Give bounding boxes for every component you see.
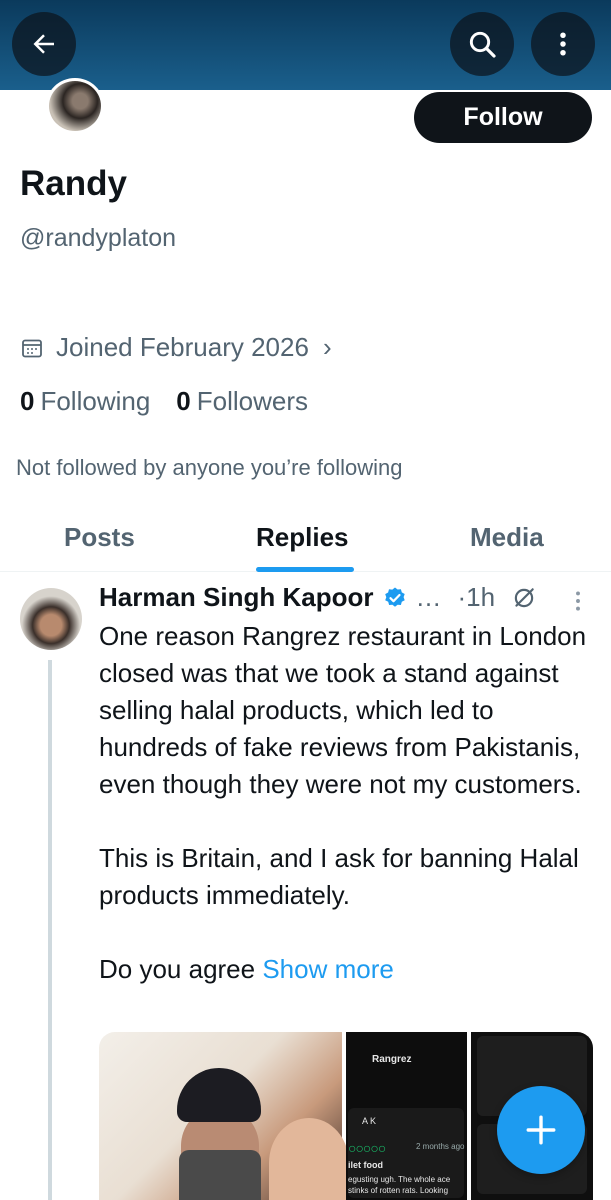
calendar-icon — [22, 339, 42, 357]
not-followed-notice: Not followed by anyone you’re following — [16, 455, 403, 480]
media-review-body: egusting ugh. The whole ace stinks of ro… — [348, 1175, 451, 1195]
compose-button[interactable] — [497, 1086, 585, 1174]
profile-tabs: Posts Replies Media — [0, 510, 611, 572]
profile-avatar[interactable] — [46, 78, 104, 134]
joined-date: Joined February 2026 — [56, 332, 309, 362]
grok-icon[interactable] — [511, 585, 537, 611]
media-review-age: 2 months ago — [416, 1142, 465, 1151]
followers-link[interactable]: 0 Followers — [176, 386, 308, 417]
tab-posts[interactable]: Posts — [64, 522, 135, 553]
following-label: Following — [40, 386, 151, 416]
post-author-name[interactable]: Harman Singh Kapoor — [99, 582, 373, 613]
post-header: Harman Singh Kapoor … ·1h — [99, 582, 537, 613]
more-options-button[interactable] — [531, 12, 595, 76]
tab-media[interactable]: Media — [470, 522, 544, 553]
media-reviewer: A K — [362, 1116, 377, 1126]
active-tab-indicator — [256, 567, 354, 572]
media-photo-1[interactable] — [99, 1032, 349, 1200]
followers-label: Followers — [196, 386, 309, 416]
follow-button[interactable]: Follow — [414, 92, 592, 143]
following-link[interactable]: 0 Following — [20, 386, 150, 417]
joined-date-row[interactable]: Joined February 2026 › — [20, 332, 332, 363]
profile-handle: @randyplaton — [20, 224, 177, 252]
tab-replies[interactable]: Replies — [256, 522, 349, 553]
media-screenshot-reviews[interactable]: Rangrez A K ○○○○○ 2 months ago ilet food… — [346, 1032, 467, 1200]
media-person-beard — [179, 1150, 261, 1200]
more-vertical-icon — [560, 32, 566, 56]
plus-icon — [526, 1115, 556, 1145]
arrow-left-icon — [33, 34, 54, 54]
media-header-text: Rangrez — [372, 1054, 412, 1065]
search-icon — [469, 31, 496, 58]
follow-stats: 0 Following 0 Followers — [20, 386, 334, 417]
profile-name: Randy — [20, 164, 127, 203]
back-button[interactable] — [12, 12, 76, 76]
search-button[interactable] — [450, 12, 514, 76]
profile-header-banner — [0, 0, 611, 90]
media-person-turban — [177, 1068, 261, 1122]
followers-count: 0 — [176, 386, 191, 416]
thread-line — [48, 660, 52, 1200]
show-more-link[interactable]: Show more — [262, 954, 394, 984]
media-review-title: ilet food — [348, 1160, 383, 1170]
post-author-truncation: … — [415, 582, 442, 612]
following-count: 0 — [20, 386, 35, 416]
media-person-2 — [269, 1118, 349, 1200]
post-body-text: One reason Rangrez restaurant in London … — [99, 621, 587, 984]
post-timestamp[interactable]: ·1h — [457, 582, 495, 613]
post-more-icon[interactable] — [571, 588, 585, 614]
verified-badge-icon — [385, 587, 406, 607]
media-rating-icon: ○○○○○ — [348, 1140, 386, 1156]
post-text: One reason Rangrez restaurant in London … — [99, 618, 599, 988]
post-author-avatar[interactable] — [20, 588, 82, 650]
chevron-right-icon: › — [322, 332, 332, 362]
